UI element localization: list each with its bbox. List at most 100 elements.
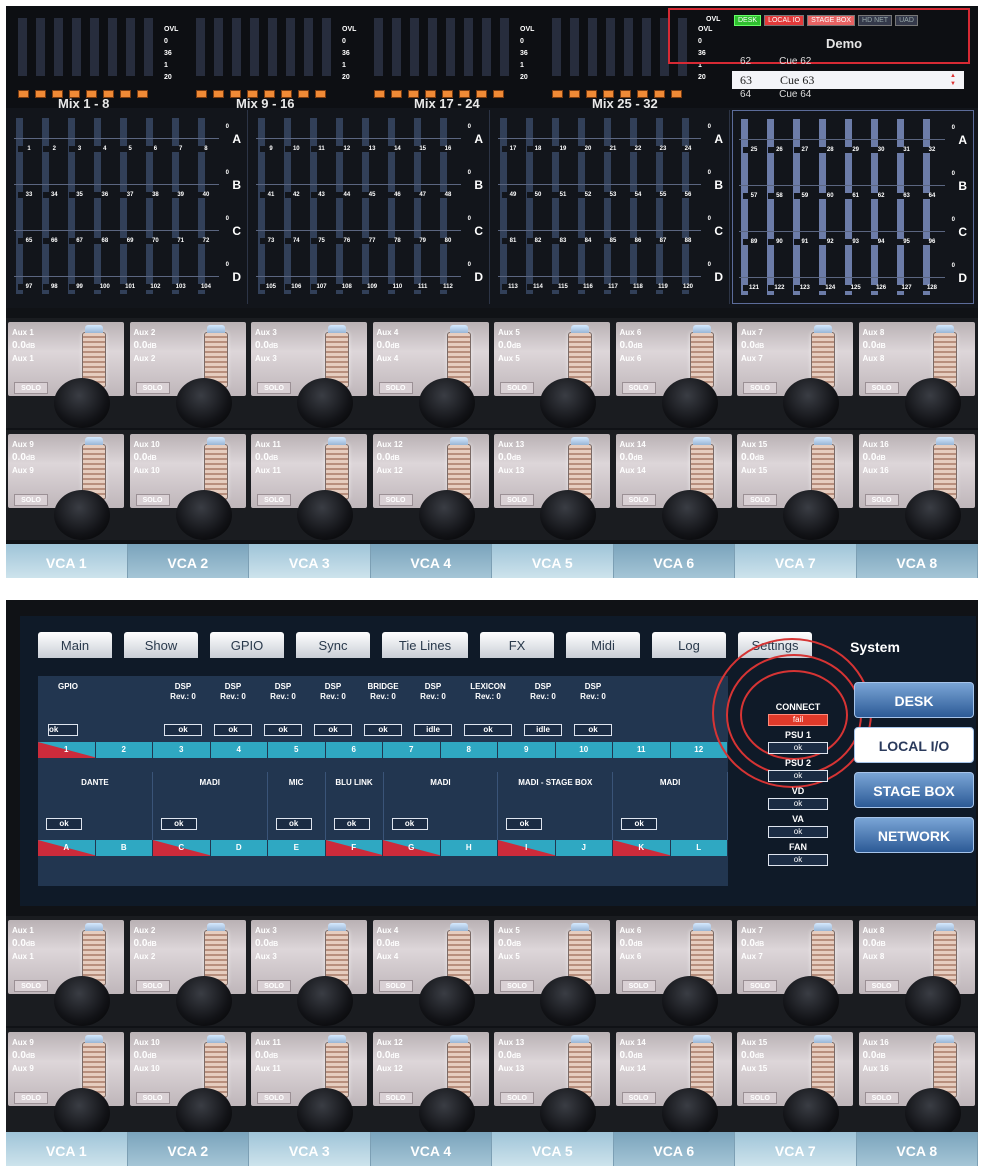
rotary-encoder-knob[interactable] [904,1088,961,1138]
channel-number[interactable]: 15 [411,146,434,152]
channel-number[interactable]: 90 [768,239,791,245]
channel-number[interactable]: 17 [502,146,524,152]
channel-number[interactable]: 61 [844,193,867,199]
channel-number[interactable]: 12 [335,146,358,152]
channel-number[interactable]: 64 [920,193,943,199]
channel-number[interactable]: 91 [793,239,816,245]
solo-button[interactable]: SOLO [257,494,291,506]
channel-number[interactable]: 3 [68,146,91,152]
channel-number[interactable]: 74 [285,238,308,244]
cue-spinner-icon[interactable]: ▲ ▼ [950,72,956,88]
channel-number[interactable]: 37 [119,192,142,198]
channel-number[interactable]: 67 [68,238,91,244]
channel-number[interactable]: 58 [768,193,791,199]
channel-number[interactable]: 103 [169,284,192,290]
solo-button[interactable]: SOLO [500,980,534,992]
channel-number[interactable]: 45 [361,192,384,198]
port-indicator[interactable]: A [38,840,96,856]
channel-number[interactable]: 7 [169,146,192,152]
tab-midi[interactable]: Midi [566,632,640,658]
channel-number[interactable]: 18 [527,146,549,152]
channel-number[interactable]: 39 [169,192,192,198]
channel-number[interactable]: 66 [43,238,66,244]
rotary-encoder-knob[interactable] [661,1088,718,1138]
rotary-encoder-knob[interactable] [540,378,596,428]
tab-show[interactable]: Show [124,632,198,658]
channel-number[interactable]: 79 [411,238,434,244]
rotary-encoder-knob[interactable] [297,378,353,428]
vca-button[interactable]: VCA 6 [613,1132,735,1166]
solo-button[interactable]: SOLO [14,494,48,506]
channel-number[interactable]: 41 [260,192,282,198]
vca-button[interactable]: VCA 8 [856,544,978,578]
rotary-encoder-knob[interactable] [297,490,353,540]
flag-stage-box[interactable]: STAGE BOX [807,15,856,26]
channel-number[interactable]: 48 [436,192,459,198]
channel-number[interactable]: 5 [119,146,142,152]
channel-number[interactable]: 59 [793,193,816,199]
channel-number[interactable]: 65 [18,238,40,244]
rotary-encoder-knob[interactable] [297,1088,353,1138]
channel-number[interactable]: 96 [920,239,943,245]
solo-button[interactable]: SOLO [621,980,656,992]
rotary-encoder-knob[interactable] [54,1088,110,1138]
rotary-encoder-knob[interactable] [540,976,596,1026]
channel-number[interactable]: 32 [920,147,943,153]
slot-indicator[interactable]: 3 [153,742,211,758]
rotary-encoder-knob[interactable] [540,1088,596,1138]
channel-number[interactable]: 27 [793,147,816,153]
channel-number[interactable]: 35 [68,192,91,198]
channel-number[interactable]: 22 [627,146,649,152]
channel-number[interactable]: 2 [43,146,66,152]
channel-number[interactable]: 46 [386,192,409,198]
solo-button[interactable]: SOLO [378,980,413,992]
channel-number[interactable]: 105 [260,284,282,290]
channel-number[interactable]: 75 [310,238,333,244]
channel-number[interactable]: 111 [411,284,434,290]
rotary-encoder-knob[interactable] [418,490,475,540]
channel-number[interactable]: 16 [436,146,459,152]
channel-number[interactable]: 28 [819,147,842,153]
channel-number[interactable]: 69 [119,238,142,244]
channel-number[interactable]: 26 [768,147,791,153]
channel-number[interactable]: 108 [335,284,358,290]
solo-button[interactable]: SOLO [257,980,291,992]
slot-indicator[interactable]: 2 [95,742,153,758]
solo-button[interactable]: SOLO [135,1092,170,1104]
channel-number[interactable]: 14 [386,146,409,152]
channel-number[interactable]: 24 [677,146,699,152]
channel-number[interactable]: 101 [119,284,142,290]
rotary-encoder-knob[interactable] [783,490,839,540]
channel-number[interactable]: 54 [627,192,649,198]
slot-indicator[interactable]: 6 [325,742,383,758]
solo-button[interactable]: SOLO [378,494,413,506]
rotary-encoder-knob[interactable] [54,976,110,1026]
channel-number[interactable]: 77 [361,238,384,244]
rotary-encoder-knob[interactable] [783,378,839,428]
channel-number[interactable]: 21 [602,146,624,152]
rotary-encoder-knob[interactable] [54,378,110,428]
solo-button[interactable]: SOLO [743,1092,777,1104]
channel-number[interactable]: 112 [436,284,459,290]
channel-number[interactable]: 104 [194,284,217,290]
solo-button[interactable]: SOLO [621,1092,656,1104]
channel-number[interactable]: 53 [602,192,624,198]
tab-gpio[interactable]: GPIO [210,632,284,658]
channel-number[interactable]: 13 [361,146,384,152]
solo-button[interactable]: SOLO [864,494,899,506]
solo-button[interactable]: SOLO [14,382,48,394]
channel-number[interactable]: 9 [260,146,282,152]
solo-button[interactable]: SOLO [743,382,777,394]
rotary-encoder-knob[interactable] [661,976,718,1026]
channel-number[interactable]: 99 [68,284,91,290]
channel-number[interactable]: 127 [895,285,918,291]
vca-button[interactable]: VCA 7 [735,544,857,578]
channel-number[interactable]: 113 [502,284,524,290]
channel-number[interactable]: 116 [577,284,599,290]
rotary-encoder-knob[interactable] [418,976,475,1026]
rotary-encoder-knob[interactable] [783,1088,839,1138]
channel-number[interactable]: 122 [768,285,791,291]
vca-button[interactable]: VCA 5 [492,544,614,578]
side-button-network[interactable]: NETWORK [854,817,974,853]
rotary-encoder-knob[interactable] [418,1088,475,1138]
